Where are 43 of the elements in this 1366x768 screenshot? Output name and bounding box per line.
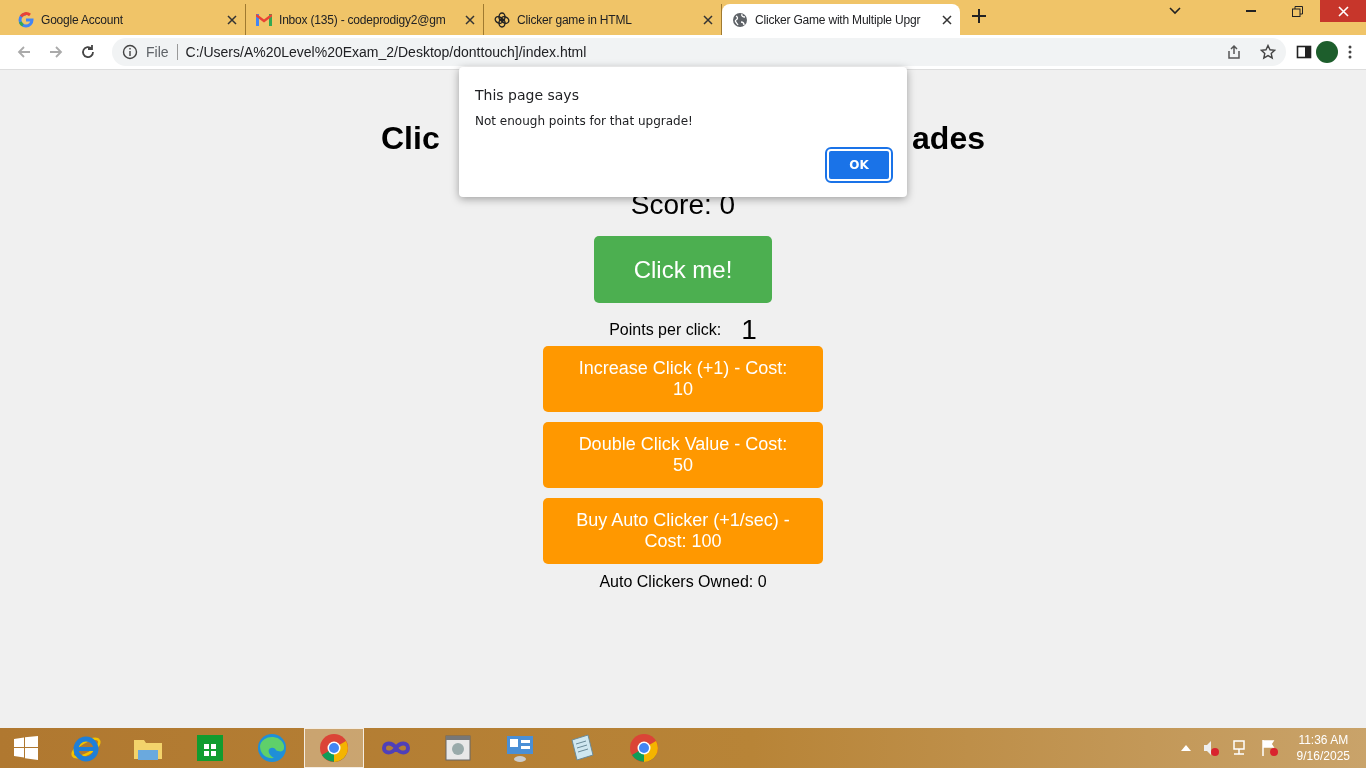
page-heading: Clic [381, 120, 440, 157]
close-icon[interactable] [227, 14, 237, 25]
taskbar-app[interactable] [304, 728, 364, 768]
close-icon[interactable] [465, 14, 475, 25]
points-label: Points per click: [609, 321, 722, 339]
clock[interactable]: 11:36 AM 9/16/2025 [1290, 732, 1356, 764]
forward-icon[interactable] [48, 44, 64, 60]
url-text: C:/Users/A%20Level%20Exam_2/Desktop/donttouch]/index.html [185, 44, 587, 60]
new-tab-icon[interactable] [972, 8, 986, 23]
share-icon[interactable] [1226, 44, 1242, 60]
browser-tab[interactable]: Clicker Game with Multiple Upgr [722, 4, 960, 35]
restore-icon[interactable] [1291, 5, 1303, 17]
back-icon[interactable] [16, 44, 32, 60]
envelope-icon [256, 13, 272, 26]
click-button[interactable]: Click me! [594, 236, 772, 303]
store-icon[interactable] [194, 732, 226, 764]
swirl-icon[interactable] [256, 732, 288, 764]
chevron-icon[interactable] [1169, 7, 1181, 15]
speaker-muted-icon[interactable] [1202, 740, 1219, 756]
chrome-icon[interactable] [318, 732, 350, 764]
scheme-label: File [146, 44, 169, 60]
close-icon[interactable] [942, 14, 952, 25]
auto-clickers-text: Auto Clickers Owned: 0 [599, 573, 767, 591]
points-value: 1 [741, 314, 757, 346]
address-bar[interactable]: File C:/Users/A%20Level%20Exam_2/Desktop/donttouch]/index.html [112, 38, 1286, 66]
page-heading: ades [912, 120, 985, 157]
ok-button[interactable]: OK [827, 149, 891, 181]
caret-up-icon[interactable] [1180, 745, 1191, 751]
chrome-icon[interactable] [628, 732, 660, 764]
close-icon[interactable] [703, 14, 713, 25]
ring-icon [18, 11, 34, 28]
windows-icon[interactable] [14, 736, 38, 760]
globe-icon [732, 11, 748, 28]
dialog-title: This page says [475, 86, 580, 104]
info-icon[interactable] [122, 44, 138, 60]
flag-icon[interactable] [1260, 739, 1279, 757]
dialog-message: Not enough points for that upgrade! [475, 114, 694, 128]
flower-icon [494, 11, 510, 28]
media-window-icon[interactable] [442, 732, 474, 764]
reload-icon[interactable] [80, 44, 96, 60]
side-panel-icon[interactable] [1296, 44, 1312, 60]
star-icon[interactable] [1260, 44, 1276, 60]
avatar[interactable] [1316, 41, 1338, 63]
